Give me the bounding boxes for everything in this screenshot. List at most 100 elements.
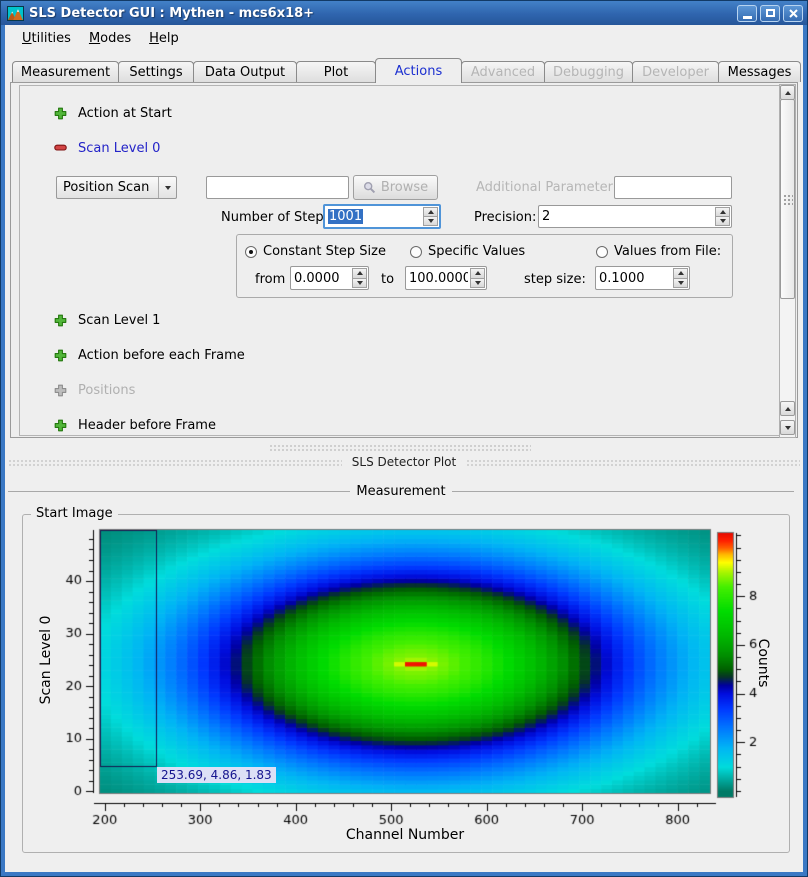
scan-level-0-row[interactable]: Scan Level 0	[54, 140, 160, 156]
plot-canvas[interactable]	[24, 516, 790, 852]
tab-settings[interactable]: Settings	[118, 61, 194, 82]
combo-dropdown-button[interactable]	[158, 177, 176, 198]
minimize-button[interactable]	[737, 5, 757, 22]
scan-file-input[interactable]	[206, 176, 349, 199]
colorbar-title: Counts	[755, 613, 771, 713]
arrow-up-icon	[785, 91, 791, 95]
to-spinbox[interactable]: 100.0000	[405, 266, 487, 290]
plus-icon	[54, 349, 67, 362]
splitter-handle[interactable]	[269, 444, 531, 451]
spin-down-button[interactable]	[423, 217, 438, 226]
title-bar[interactable]: SLS Detector GUI : Mythen - mcs6x18+	[1, 1, 807, 25]
menu-help[interactable]: Help	[140, 28, 188, 49]
spin-up-button[interactable]	[470, 268, 485, 279]
close-button[interactable]	[783, 5, 803, 22]
radio-icon[interactable]	[410, 246, 422, 258]
spin-up-button[interactable]	[423, 207, 438, 217]
tab-messages[interactable]: Messages	[718, 61, 801, 82]
minus-icon	[54, 144, 67, 152]
dock-texture	[8, 459, 342, 466]
step-size-value: 0.1000	[599, 271, 645, 286]
specific-values-option[interactable]: Specific Values	[410, 244, 525, 259]
vertical-scrollbar[interactable]	[779, 84, 796, 438]
scan-level-1-label: Scan Level 1	[78, 313, 160, 328]
plus-icon	[54, 314, 67, 327]
tab-data-output[interactable]: Data Output	[193, 61, 297, 82]
tab-bar: Measurement Settings Data Output Plot Ac…	[13, 58, 801, 82]
precision-spinbox[interactable]: 2	[538, 205, 732, 228]
values-from-file-label: Values from File:	[614, 244, 721, 259]
to-label: to	[381, 272, 394, 288]
tab-measurement[interactable]: Measurement	[12, 61, 119, 82]
browse-label: Browse	[381, 180, 428, 195]
action-before-frame-label: Action before each Frame	[78, 348, 245, 363]
positions-row: Positions	[54, 382, 135, 398]
arrow-down-icon	[357, 281, 363, 285]
action-before-frame-row[interactable]: Action before each Frame	[54, 347, 245, 363]
minimize-icon	[743, 16, 752, 19]
window-body: Utilities Modes Help Measurement Setting…	[1, 25, 807, 876]
scan-mode-combobox[interactable]: Position Scan	[56, 176, 177, 199]
start-image-groupbox: Start Image Scan Level 0 Channel Number …	[22, 514, 790, 853]
plus-icon	[54, 107, 67, 120]
tab-label: Advanced	[471, 65, 535, 80]
maximize-button[interactable]	[760, 5, 780, 22]
arrow-down-icon	[785, 426, 791, 430]
divider	[452, 491, 794, 492]
tab-actions[interactable]: Actions	[375, 58, 462, 83]
close-icon	[789, 9, 798, 18]
spin-up-button[interactable]	[673, 268, 688, 279]
cursor-position-tooltip: 253.69, 4.86, 1.83	[157, 767, 276, 783]
header-before-frame-row[interactable]: Header before Frame	[54, 417, 216, 433]
scrollbar-thumb[interactable]	[780, 99, 795, 299]
number-of-steps-spinbox[interactable]: 1001	[323, 204, 441, 229]
scroll-up-button[interactable]	[780, 85, 795, 100]
number-of-steps-label: Number of Steps:	[221, 210, 335, 226]
constant-step-size-option[interactable]: Constant Step Size	[245, 244, 386, 259]
additional-parameter-label: Additional Parameter:	[476, 180, 617, 196]
menu-modes[interactable]: Modes	[80, 28, 140, 49]
scroll-down-button[interactable]	[780, 420, 795, 435]
tab-label: Messages	[728, 65, 792, 80]
spin-down-button[interactable]	[715, 217, 730, 226]
tab-label: Plot	[324, 65, 349, 80]
radio-checked-icon[interactable]	[245, 246, 257, 258]
spin-down-button[interactable]	[352, 279, 367, 289]
scan-level-1-row[interactable]: Scan Level 1	[54, 312, 160, 328]
maximize-icon	[766, 9, 775, 17]
spin-up-button[interactable]	[352, 268, 367, 279]
spin-up-button[interactable]	[715, 207, 730, 217]
plot-dock-title: SLS Detector Plot	[352, 455, 456, 469]
magnifier-icon	[363, 181, 376, 194]
tab-label: Data Output	[205, 65, 285, 80]
tab-plot[interactable]: Plot	[296, 61, 376, 82]
plus-icon	[54, 419, 67, 432]
arrow-up-icon	[428, 210, 434, 214]
precision-label: Precision:	[474, 210, 536, 226]
from-spinbox[interactable]: 0.0000	[290, 266, 369, 290]
tab-label: Developer	[642, 65, 709, 80]
arrow-up-icon	[720, 210, 726, 214]
grip-icon	[783, 194, 793, 205]
spin-down-button[interactable]	[673, 279, 688, 289]
tab-developer: Developer	[632, 61, 719, 82]
scan-mode-value: Position Scan	[57, 180, 158, 195]
arrow-up-icon	[475, 271, 481, 275]
step-size-spinbox[interactable]: 0.1000	[595, 266, 690, 290]
additional-parameter-input[interactable]	[614, 176, 732, 199]
action-at-start-row[interactable]: Action at Start	[54, 105, 172, 121]
radio-icon[interactable]	[596, 246, 608, 258]
positions-label: Positions	[78, 383, 135, 398]
constant-step-size-label: Constant Step Size	[263, 244, 386, 259]
plot-dock-titlebar[interactable]: SLS Detector Plot	[8, 454, 800, 470]
menu-utilities[interactable]: Utilities	[13, 28, 80, 49]
tab-label: Actions	[395, 64, 443, 79]
arrow-down-icon	[678, 281, 684, 285]
menu-bar: Utilities Modes Help	[5, 25, 803, 51]
values-from-file-option[interactable]: Values from File:	[596, 244, 721, 259]
browse-button: Browse	[353, 175, 438, 200]
scroll-up-button-bottom[interactable]	[780, 401, 795, 416]
spin-down-button[interactable]	[470, 279, 485, 289]
chevron-down-icon	[165, 186, 171, 190]
spin-buttons	[423, 207, 438, 226]
